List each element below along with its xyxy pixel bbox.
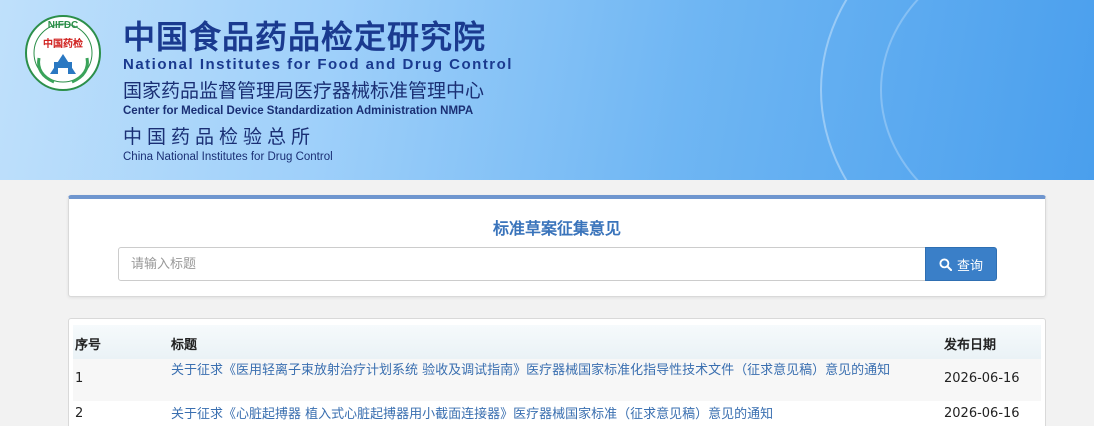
main-title-en: National Institutes for Food and Drug Co… [123, 56, 513, 73]
table-header: 序号 标题 发布日期 [73, 325, 1041, 359]
table-row: 2 关于征求《心脏起搏器 植入式心脏起搏器用小截面连接器》医疗器械国家标准（征求… [73, 401, 1041, 426]
column-header-date: 发布日期 [944, 338, 997, 353]
row-index: 2 [75, 406, 84, 421]
search-input[interactable] [118, 247, 926, 281]
search-panel: 标准草案征集意见 查询 [68, 195, 1046, 297]
main-title-cn[interactable]: 中国食品药品检定研究院 [123, 18, 513, 56]
column-header-index: 序号 [75, 338, 102, 353]
search-icon [939, 257, 952, 271]
nifdc-logo[interactable]: NIFDC 中国药检 [24, 14, 102, 92]
row-date: 2026-06-16 [944, 371, 1020, 386]
column-header-title: 标题 [171, 338, 198, 353]
notice-link[interactable]: 关于征求《医用轻离子束放射治疗计划系统 验收及调试指南》医疗器械国家标准化指导性… [171, 362, 937, 380]
notice-link[interactable]: 关于征求《心脏起搏器 植入式心脏起搏器用小截面连接器》医疗器械国家标准（征求意见… [171, 406, 937, 424]
table-row: 1 关于征求《医用轻离子束放射治疗计划系统 验收及调试指南》医疗器械国家标准化指… [73, 359, 1041, 401]
logo-text-nifdc: NIFDC [48, 20, 79, 31]
third-title-cn: 中国药品检验总所 [123, 126, 316, 148]
banner-decoration [880, 0, 1094, 180]
notice-list-panel: 序号 标题 发布日期 1 关于征求《医用轻离子束放射治疗计划系统 验收及调试指南… [68, 318, 1046, 426]
search-button-label: 查询 [956, 258, 983, 274]
third-title-en: China National Institutes for Drug Contr… [123, 151, 333, 163]
sub-title-cn: 国家药品监督管理局医疗器械标准管理中心 [123, 80, 485, 102]
header-banner: NIFDC 中国药检 中国食品药品检定研究院 National Institut… [0, 0, 1094, 180]
search-button[interactable]: 查询 [925, 247, 997, 281]
sub-title-en: Center for Medical Device Standardizatio… [123, 105, 474, 117]
panel-title: 标准草案征集意见 [492, 219, 621, 238]
row-date: 2026-06-16 [944, 406, 1020, 421]
institution-titles: 中国食品药品检定研究院 National Institutes for Food… [123, 18, 513, 164]
logo-text-cn: 中国药检 [43, 37, 83, 50]
row-index: 1 [75, 371, 84, 386]
